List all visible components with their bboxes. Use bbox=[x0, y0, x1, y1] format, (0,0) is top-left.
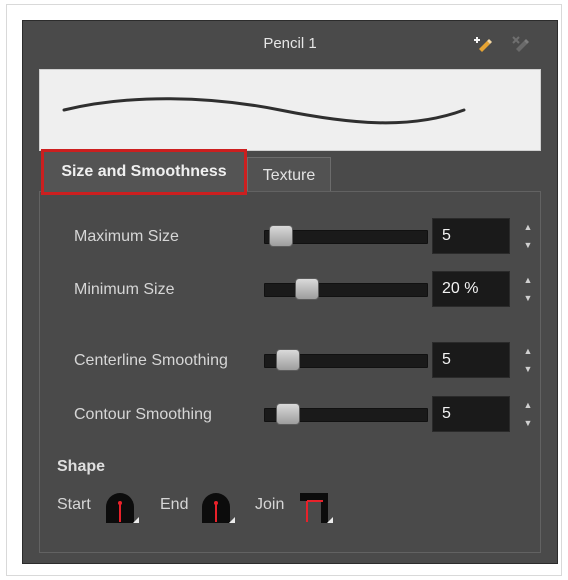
spinner-up-icon[interactable]: ▲ bbox=[520, 271, 536, 289]
centerline-smoothing-label: Centerline Smoothing bbox=[74, 352, 228, 369]
slider-thumb[interactable] bbox=[275, 349, 300, 371]
minimum-size-slider[interactable] bbox=[264, 278, 428, 300]
maximum-size-spinner[interactable]: ▲ ▼ bbox=[520, 218, 536, 254]
start-shape-label: Start bbox=[57, 496, 91, 513]
stroke-preview bbox=[39, 69, 541, 151]
delete-brush-icon[interactable] bbox=[510, 33, 532, 55]
minimum-size-field[interactable]: 20 % bbox=[432, 271, 510, 307]
slider-thumb[interactable] bbox=[295, 278, 319, 300]
slider-thumb[interactable] bbox=[269, 225, 293, 247]
maximum-size-label: Maximum Size bbox=[74, 228, 179, 245]
spinner-down-icon[interactable]: ▼ bbox=[520, 289, 536, 307]
contour-smoothing-field[interactable]: 5 bbox=[432, 396, 510, 432]
tab-size-and-smoothness[interactable]: Size and Smoothness bbox=[41, 149, 247, 195]
maximum-size-slider[interactable] bbox=[264, 225, 428, 247]
round-cap-icon[interactable] bbox=[103, 489, 139, 525]
contour-smoothing-spinner[interactable]: ▲ ▼ bbox=[520, 396, 536, 432]
tab-label: Size and Smoothness bbox=[61, 163, 227, 180]
tab-label: Texture bbox=[262, 166, 316, 184]
maximum-size-field[interactable]: 5 bbox=[432, 218, 510, 254]
centerline-smoothing-spinner[interactable]: ▲ ▼ bbox=[520, 342, 536, 378]
minimum-size-spinner[interactable]: ▲ ▼ bbox=[520, 271, 536, 307]
tab-texture[interactable]: Texture bbox=[247, 157, 331, 193]
new-brush-icon[interactable] bbox=[473, 33, 495, 55]
join-shape-label: Join bbox=[255, 496, 285, 513]
contour-smoothing-slider[interactable] bbox=[264, 403, 428, 425]
centerline-smoothing-field[interactable]: 5 bbox=[432, 342, 510, 378]
spinner-up-icon[interactable]: ▲ bbox=[520, 342, 536, 360]
round-cap-icon[interactable] bbox=[199, 489, 235, 525]
centerline-smoothing-slider[interactable] bbox=[264, 349, 428, 371]
slider-thumb[interactable] bbox=[275, 403, 300, 425]
spinner-up-icon[interactable]: ▲ bbox=[520, 218, 536, 236]
miter-join-icon[interactable] bbox=[297, 489, 333, 525]
end-shape-label: End bbox=[160, 496, 189, 513]
pencil-properties-panel: Pencil 1 Size and Smoothness Texture Max… bbox=[22, 20, 558, 564]
shape-section-title: Shape bbox=[57, 458, 106, 475]
minimum-size-label: Minimum Size bbox=[74, 281, 175, 298]
spinner-down-icon[interactable]: ▼ bbox=[520, 236, 536, 254]
spinner-down-icon[interactable]: ▼ bbox=[520, 414, 536, 432]
spinner-down-icon[interactable]: ▼ bbox=[520, 360, 536, 378]
spinner-up-icon[interactable]: ▲ bbox=[520, 396, 536, 414]
contour-smoothing-label: Contour Smoothing bbox=[74, 406, 212, 423]
